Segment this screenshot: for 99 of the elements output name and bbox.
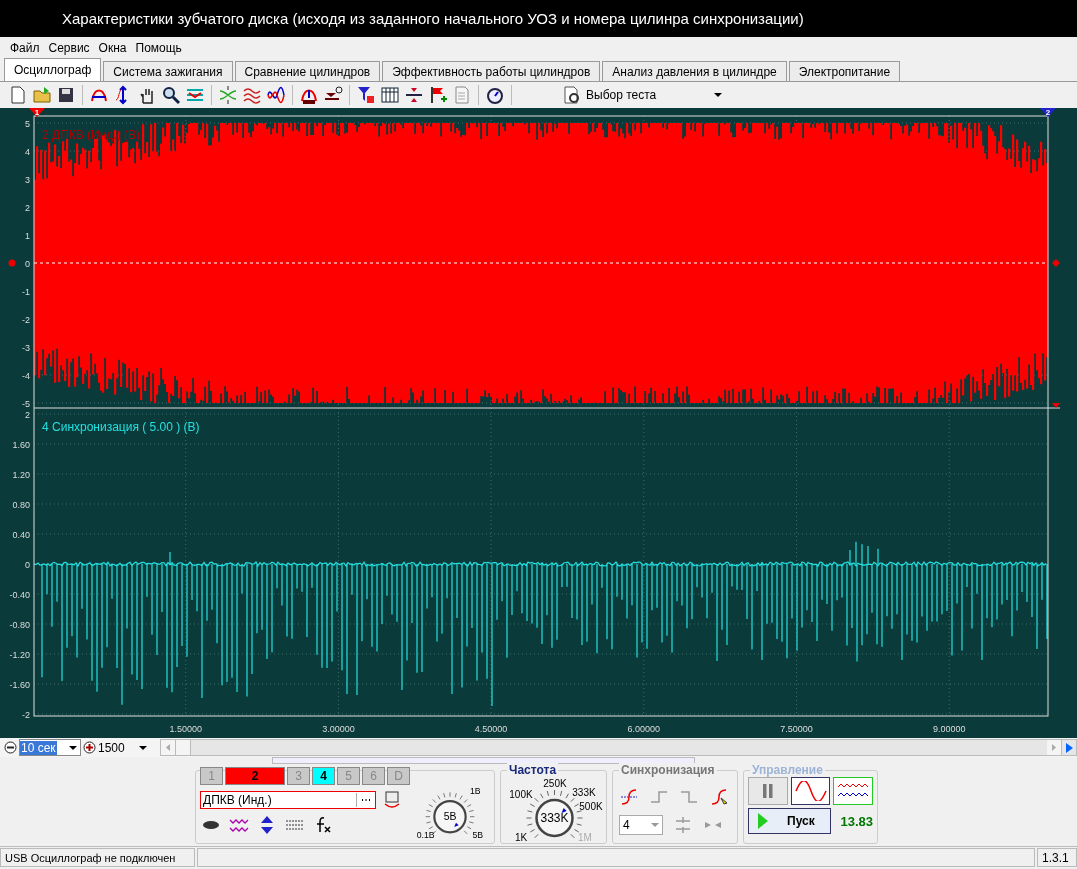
axis-tick-label: 1 [25,231,30,241]
cursor-marker[interactable]: 1 [29,108,45,117]
sine-icon [793,781,828,801]
axis-tick-label: 1.60 [12,440,30,450]
knob[interactable] [535,798,574,838]
file-icon[interactable] [8,85,28,105]
waves-icon[interactable] [242,85,262,105]
sync-channel-select[interactable]: 4 [619,815,663,835]
group-title: Синхронизация [619,763,717,777]
rising-edge-icon[interactable] [619,787,639,807]
axis-tick-label: 0 [25,259,30,269]
flag-icon[interactable] [428,85,448,105]
axis-tick-label: -1 [22,287,30,297]
gauge-icon[interactable] [485,85,505,105]
axis-tick-label: 7.50000 [780,724,813,734]
zoom-in-icon[interactable] [83,741,96,754]
axis-tick-label: 0.40 [12,530,30,540]
channel-label: 4 Синхронизация ( 5.00 ) (В) [42,420,200,434]
axis-tick-label: -1.60 [9,680,30,690]
sine-pair-icon[interactable] [266,85,286,105]
cursor-edge-icon[interactable] [709,787,729,807]
axis-tick-label: 1.20 [12,470,30,480]
axis-tick-label: 4.50000 [474,724,508,734]
axis-tick-label: 9.00000 [932,724,966,734]
axis-tick-label: 2 [25,203,30,213]
knob-label: 1K [514,832,528,843]
cursor-marker[interactable]: 2 [1040,108,1056,117]
scroll-thumb[interactable] [176,740,191,755]
knob-label: 1M [578,832,592,843]
axis-tick-label: -2 [22,710,30,720]
axis-tick-label: 0 [25,560,30,570]
cross-wave-icon[interactable] [218,85,238,105]
axis-tick-label: -2 [22,315,30,325]
zoom-icon[interactable] [161,85,181,105]
save-icon[interactable] [56,85,76,105]
axis-tick-label: 6.00000 [627,724,661,734]
knob-label: 100K [509,789,533,800]
knob-label: 500K [579,801,603,812]
table-icon[interactable] [380,85,400,105]
version-label: 1.3.1 [1037,848,1077,867]
group-title: Частота [507,763,559,777]
tab[interactable]: Анализ давления в цилиндре [602,61,787,81]
reading-value: 13.83 [840,813,873,829]
knob[interactable] [433,799,467,834]
channel-button[interactable]: 4 [312,767,335,785]
knob-label: 1В [469,786,481,797]
axis-tick-label: -4 [22,371,30,381]
axis-tick-label: 2 [25,410,30,420]
start-button[interactable]: Пуск [748,808,832,834]
axis-tick-label: -0.40 [9,590,30,600]
knob-value: 5В [443,811,457,823]
channel-button[interactable]: 2 [225,767,285,785]
tab[interactable]: Эффективность работы цилиндров [382,61,601,81]
divider-icon[interactable] [404,85,424,105]
knob-label: 0.1В [416,830,435,841]
axis-tick-label: 3.00000 [322,724,355,734]
splitter-handle[interactable] [272,757,695,764]
tab[interactable]: Система зажигания [103,61,233,81]
axis-tick-label: 1.50000 [169,724,202,734]
gear-document-icon [562,85,582,105]
group-title: Управление [750,763,825,777]
play-icon [757,812,769,830]
menu-item[interactable]: Сервис [47,40,91,55]
window-title: Характеристики зубчатого диска (исходя из заданного начального УОЗ и номера цилинра синхронизации) [62,10,804,27]
ellipsis-icon[interactable] [361,798,371,802]
menu-item[interactable]: Окна [97,40,128,55]
waveform-mode-button[interactable] [833,777,873,805]
level-marker[interactable] [1052,403,1060,408]
zoom-out-icon[interactable] [4,741,17,754]
knob-label: 250K [543,778,567,789]
knob-label: 5В [472,830,484,841]
timebase-select[interactable]: 10 сек [19,739,81,756]
horizontal-scrollbar[interactable] [160,739,1077,756]
status-message: USB Осциллограф не подключен [0,848,195,867]
source-field[interactable]: ДПКВ (Инд.) [200,791,376,809]
tab[interactable]: Осциллограф [4,58,102,81]
axis-tick-label: 3 [25,175,30,185]
knob-label: 333K [572,787,596,798]
level-marker[interactable] [1052,259,1060,267]
axis-tick-label: 5 [25,119,30,129]
level-marker[interactable] [8,259,16,267]
pause-button[interactable] [748,777,788,805]
sine-mode-button[interactable] [790,777,831,805]
filter-icon[interactable] [356,85,376,105]
axis-tick-label: -5 [22,399,30,409]
axis-tick-label: -3 [22,343,30,353]
menu-item[interactable]: Файл [9,40,41,55]
axis-tick-label: 0.80 [12,500,30,510]
axis-tick-label: 4 [25,147,30,157]
pause-icon [761,783,774,799]
tab[interactable]: Сравнение цилиндров [234,61,381,81]
axis-tick-label: -0.80 [9,620,30,630]
knob-value: 333K [540,811,569,825]
tab[interactable]: Электропитание [788,61,901,81]
caret-icon [714,92,722,98]
menu-item[interactable]: Помощь [134,40,183,55]
axis-tick-label: -1.20 [9,650,30,660]
test-select[interactable]: Выбор теста [562,84,722,106]
points-select[interactable]: 1500 [98,740,150,755]
